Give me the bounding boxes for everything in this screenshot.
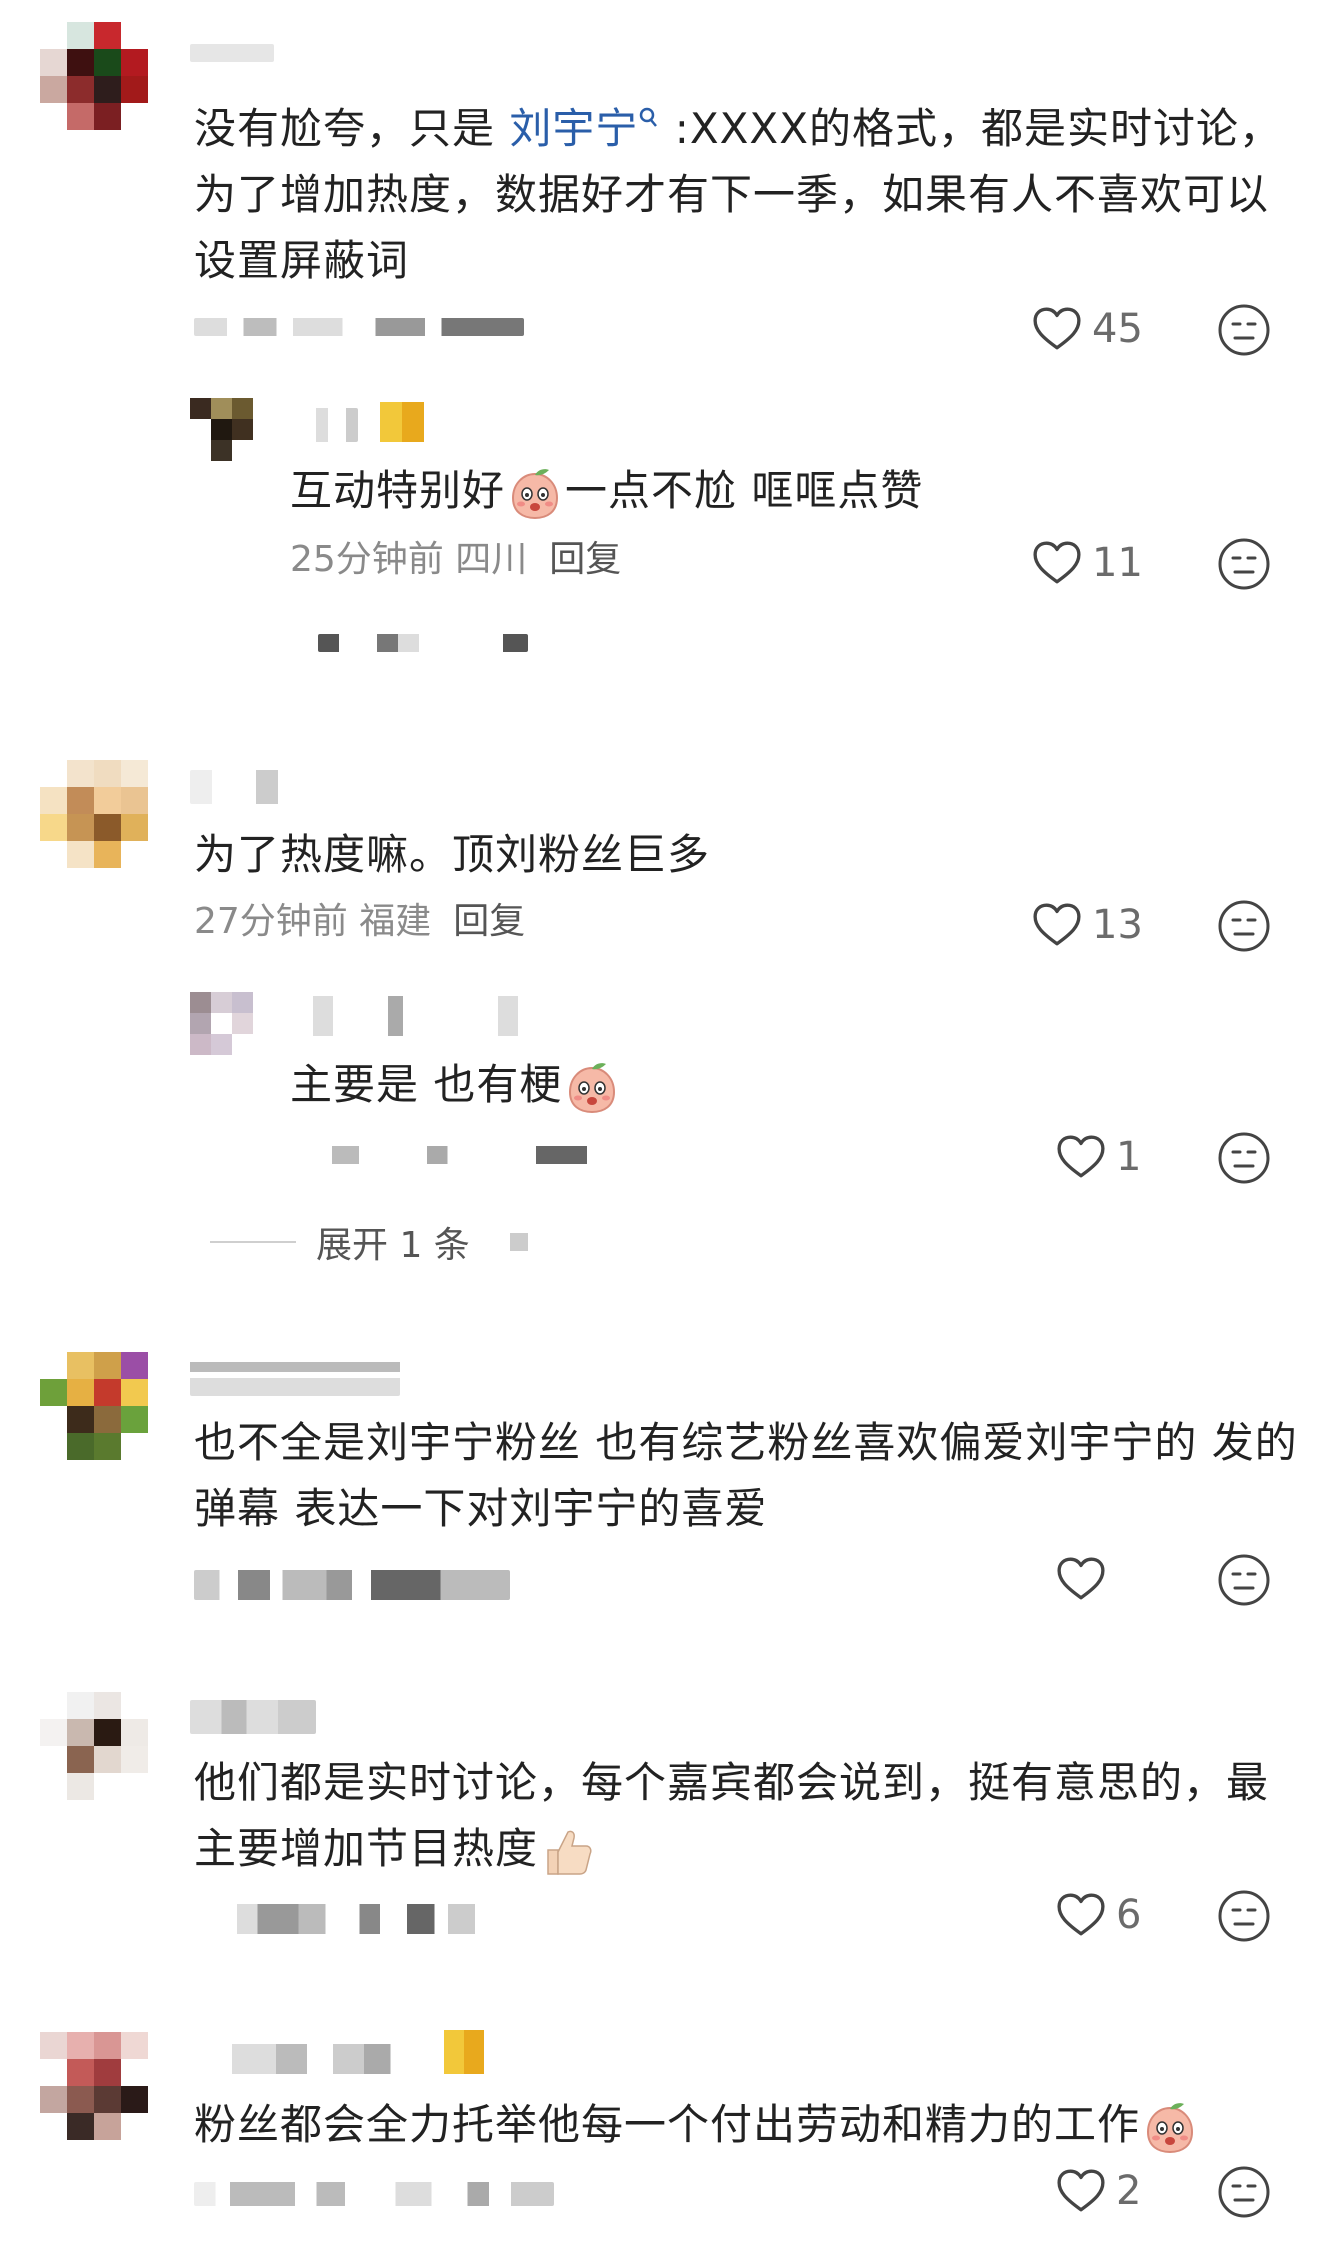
thumbs-up-emoji-icon xyxy=(540,1824,596,1880)
neutral-face-icon[interactable] xyxy=(1216,898,1272,954)
avatar[interactable] xyxy=(40,1692,148,1800)
fan-badge xyxy=(380,402,424,442)
comment-text: 他们都是实时讨论，每个嘉宾都会说到，挺有意思的，最 主要增加节目热度 xyxy=(194,1750,1304,1882)
like-button[interactable]: 1 xyxy=(1056,1134,1141,1180)
fan-badge xyxy=(444,2030,484,2074)
neutral-face-icon[interactable] xyxy=(1216,1552,1272,1608)
reply-meta: 25分钟前 四川 回复 xyxy=(290,539,622,580)
like-button[interactable]: 11 xyxy=(1032,540,1143,586)
peach-emoji-icon xyxy=(1142,2100,1198,2156)
reply-text: 主要是 也有梗 xyxy=(290,1052,1290,1118)
like-button[interactable] xyxy=(1056,1556,1116,1602)
neutral-face-icon[interactable] xyxy=(1216,536,1272,592)
heart-outline-icon xyxy=(1056,2168,1106,2214)
like-count: 1 xyxy=(1116,1134,1142,1180)
like-count: 11 xyxy=(1092,540,1143,586)
username-redacted[interactable] xyxy=(190,1700,316,1734)
peach-emoji-icon xyxy=(507,466,563,522)
neutral-face-icon[interactable] xyxy=(1216,1130,1272,1186)
chevron-down-icon xyxy=(509,1233,528,1251)
username-redacted[interactable] xyxy=(298,408,358,442)
neutral-face-icon[interactable] xyxy=(1216,1888,1272,1944)
neutral-face-icon[interactable] xyxy=(1216,302,1272,358)
comment-meta: 27分钟前 福建 回复 xyxy=(194,901,526,942)
heart-outline-icon xyxy=(1056,1556,1106,1602)
like-count: 6 xyxy=(1116,1892,1142,1938)
like-count: 13 xyxy=(1092,902,1143,948)
avatar[interactable] xyxy=(40,760,148,868)
comment-text: 为了热度嘛。顶刘粉丝巨多 xyxy=(194,830,711,879)
comment-text: 也不全是刘宇宁粉丝 也有综艺粉丝喜欢偏爱刘宇宁的 发的 弹幕 表达一下对刘宇宁的… xyxy=(194,1418,1298,1533)
reply-button[interactable]: 回复 xyxy=(549,539,621,580)
username-redacted[interactable] xyxy=(298,996,548,1036)
meta-redacted xyxy=(298,1146,638,1164)
like-button[interactable]: 2 xyxy=(1056,2168,1141,2214)
avatar[interactable] xyxy=(40,22,148,130)
heart-outline-icon xyxy=(1032,306,1082,352)
avatar[interactable] xyxy=(190,398,254,462)
username-redacted[interactable] xyxy=(190,44,274,62)
avatar[interactable] xyxy=(40,1352,148,1460)
avatar[interactable] xyxy=(40,2032,148,2140)
like-button[interactable]: 45 xyxy=(1032,306,1143,352)
like-count: 2 xyxy=(1116,2168,1142,2214)
reply-button[interactable]: 回复 xyxy=(453,901,525,942)
username-redacted[interactable] xyxy=(190,1356,400,1396)
mention-link[interactable]: 刘宇宁 xyxy=(509,104,638,153)
heart-outline-icon xyxy=(1056,1892,1106,1938)
like-count: 45 xyxy=(1092,306,1143,352)
comment-text: 粉丝都会全力托举他每一个付出劳动和精力的工作 xyxy=(194,2092,1304,2158)
neutral-face-icon[interactable] xyxy=(1216,2164,1272,2220)
view-more-redacted[interactable] xyxy=(318,634,528,652)
avatar[interactable] xyxy=(190,992,254,1056)
heart-outline-icon xyxy=(1032,540,1082,586)
heart-outline-icon xyxy=(1056,1134,1106,1180)
heart-outline-icon xyxy=(1032,902,1082,948)
username-redacted[interactable] xyxy=(190,770,300,804)
meta-redacted xyxy=(194,318,524,336)
expand-replies-button[interactable]: 展开 1 条 xyxy=(210,1216,528,1268)
meta-redacted xyxy=(194,1570,510,1600)
like-button[interactable]: 13 xyxy=(1032,902,1143,948)
meta-redacted xyxy=(194,2182,554,2206)
divider-line xyxy=(210,1241,296,1243)
username-redacted[interactable] xyxy=(210,2044,430,2074)
expand-label: 展开 1 条 xyxy=(316,1225,470,1266)
meta-redacted xyxy=(210,1904,550,1934)
comment-text: 没有尬夸，只是 刘宇宁 :XXXX的格式，都是实时讨论， 为了增加热度，数据好才… xyxy=(194,104,1282,285)
peach-emoji-icon xyxy=(564,1060,620,1116)
reply-text: 互动特别好 一点不尬 哐哐点赞 xyxy=(290,458,1290,524)
like-button[interactable]: 6 xyxy=(1056,1892,1141,1938)
search-icon[interactable] xyxy=(638,106,660,130)
